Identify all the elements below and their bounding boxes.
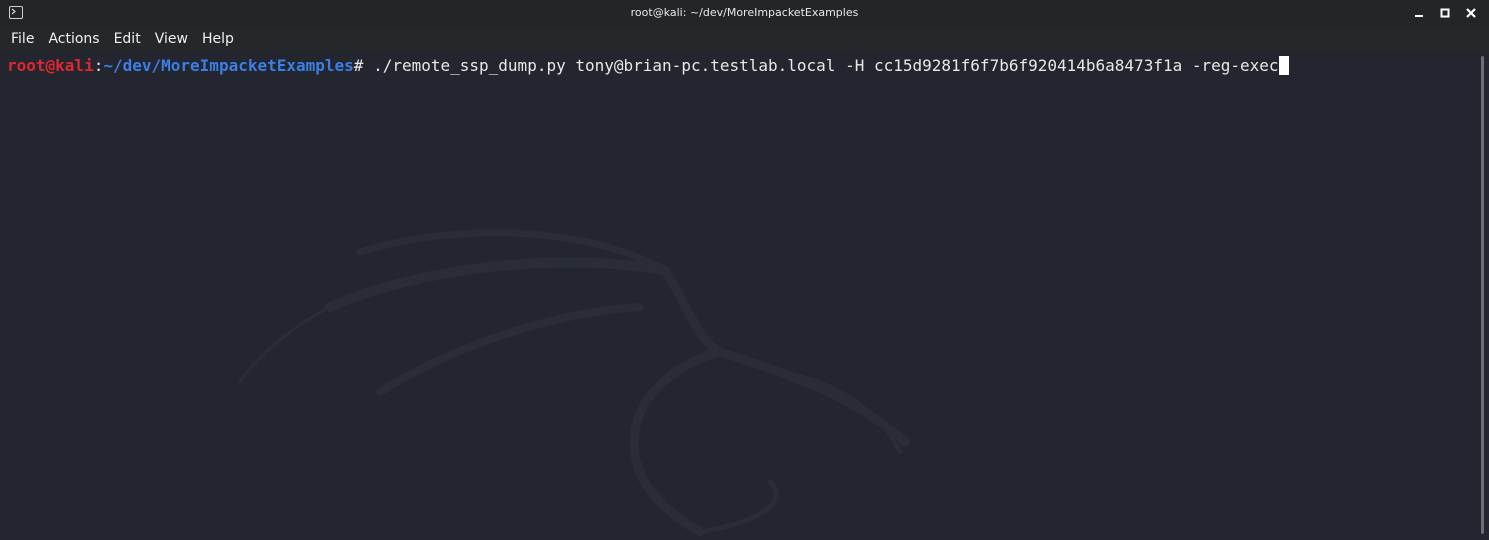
close-icon[interactable] — [1463, 5, 1479, 21]
vertical-scrollbar[interactable] — [1477, 52, 1489, 540]
title-bar[interactable]: root@kali: ~/dev/MoreImpacketExamples — [0, 0, 1489, 26]
prompt-symbol: # — [353, 56, 374, 75]
prompt-user: root@kali — [7, 56, 94, 75]
terminal-output[interactable]: root@kali:~/dev/MoreImpacketExamples# ./… — [0, 52, 1477, 540]
text-cursor — [1278, 56, 1289, 75]
menu-view[interactable]: View — [148, 26, 195, 52]
menu-edit[interactable]: Edit — [107, 26, 148, 52]
prompt-separator: : — [93, 56, 104, 75]
command-text[interactable]: ./remote_ssp_dump.py tony@brian-pc.testl… — [373, 56, 1278, 75]
menu-help[interactable]: Help — [195, 26, 241, 52]
terminal-window: root@kali: ~/dev/MoreImpacketExamples Fi… — [0, 0, 1489, 540]
maximize-icon[interactable] — [1437, 5, 1453, 21]
menu-bar: File Actions Edit View Help — [0, 26, 1489, 52]
menu-actions[interactable]: Actions — [41, 26, 106, 52]
window-title: root@kali: ~/dev/MoreImpacketExamples — [630, 6, 859, 19]
window-controls — [1411, 5, 1479, 21]
minimize-icon[interactable] — [1411, 5, 1427, 21]
prompt-path: ~/dev/MoreImpacketExamples — [103, 56, 354, 75]
menu-file[interactable]: File — [0, 26, 41, 52]
scrollbar-thumb[interactable] — [1481, 56, 1484, 534]
command-line[interactable]: root@kali:~/dev/MoreImpacketExamples# ./… — [7, 56, 1289, 76]
kali-dragon-watermark — [238, 229, 910, 537]
